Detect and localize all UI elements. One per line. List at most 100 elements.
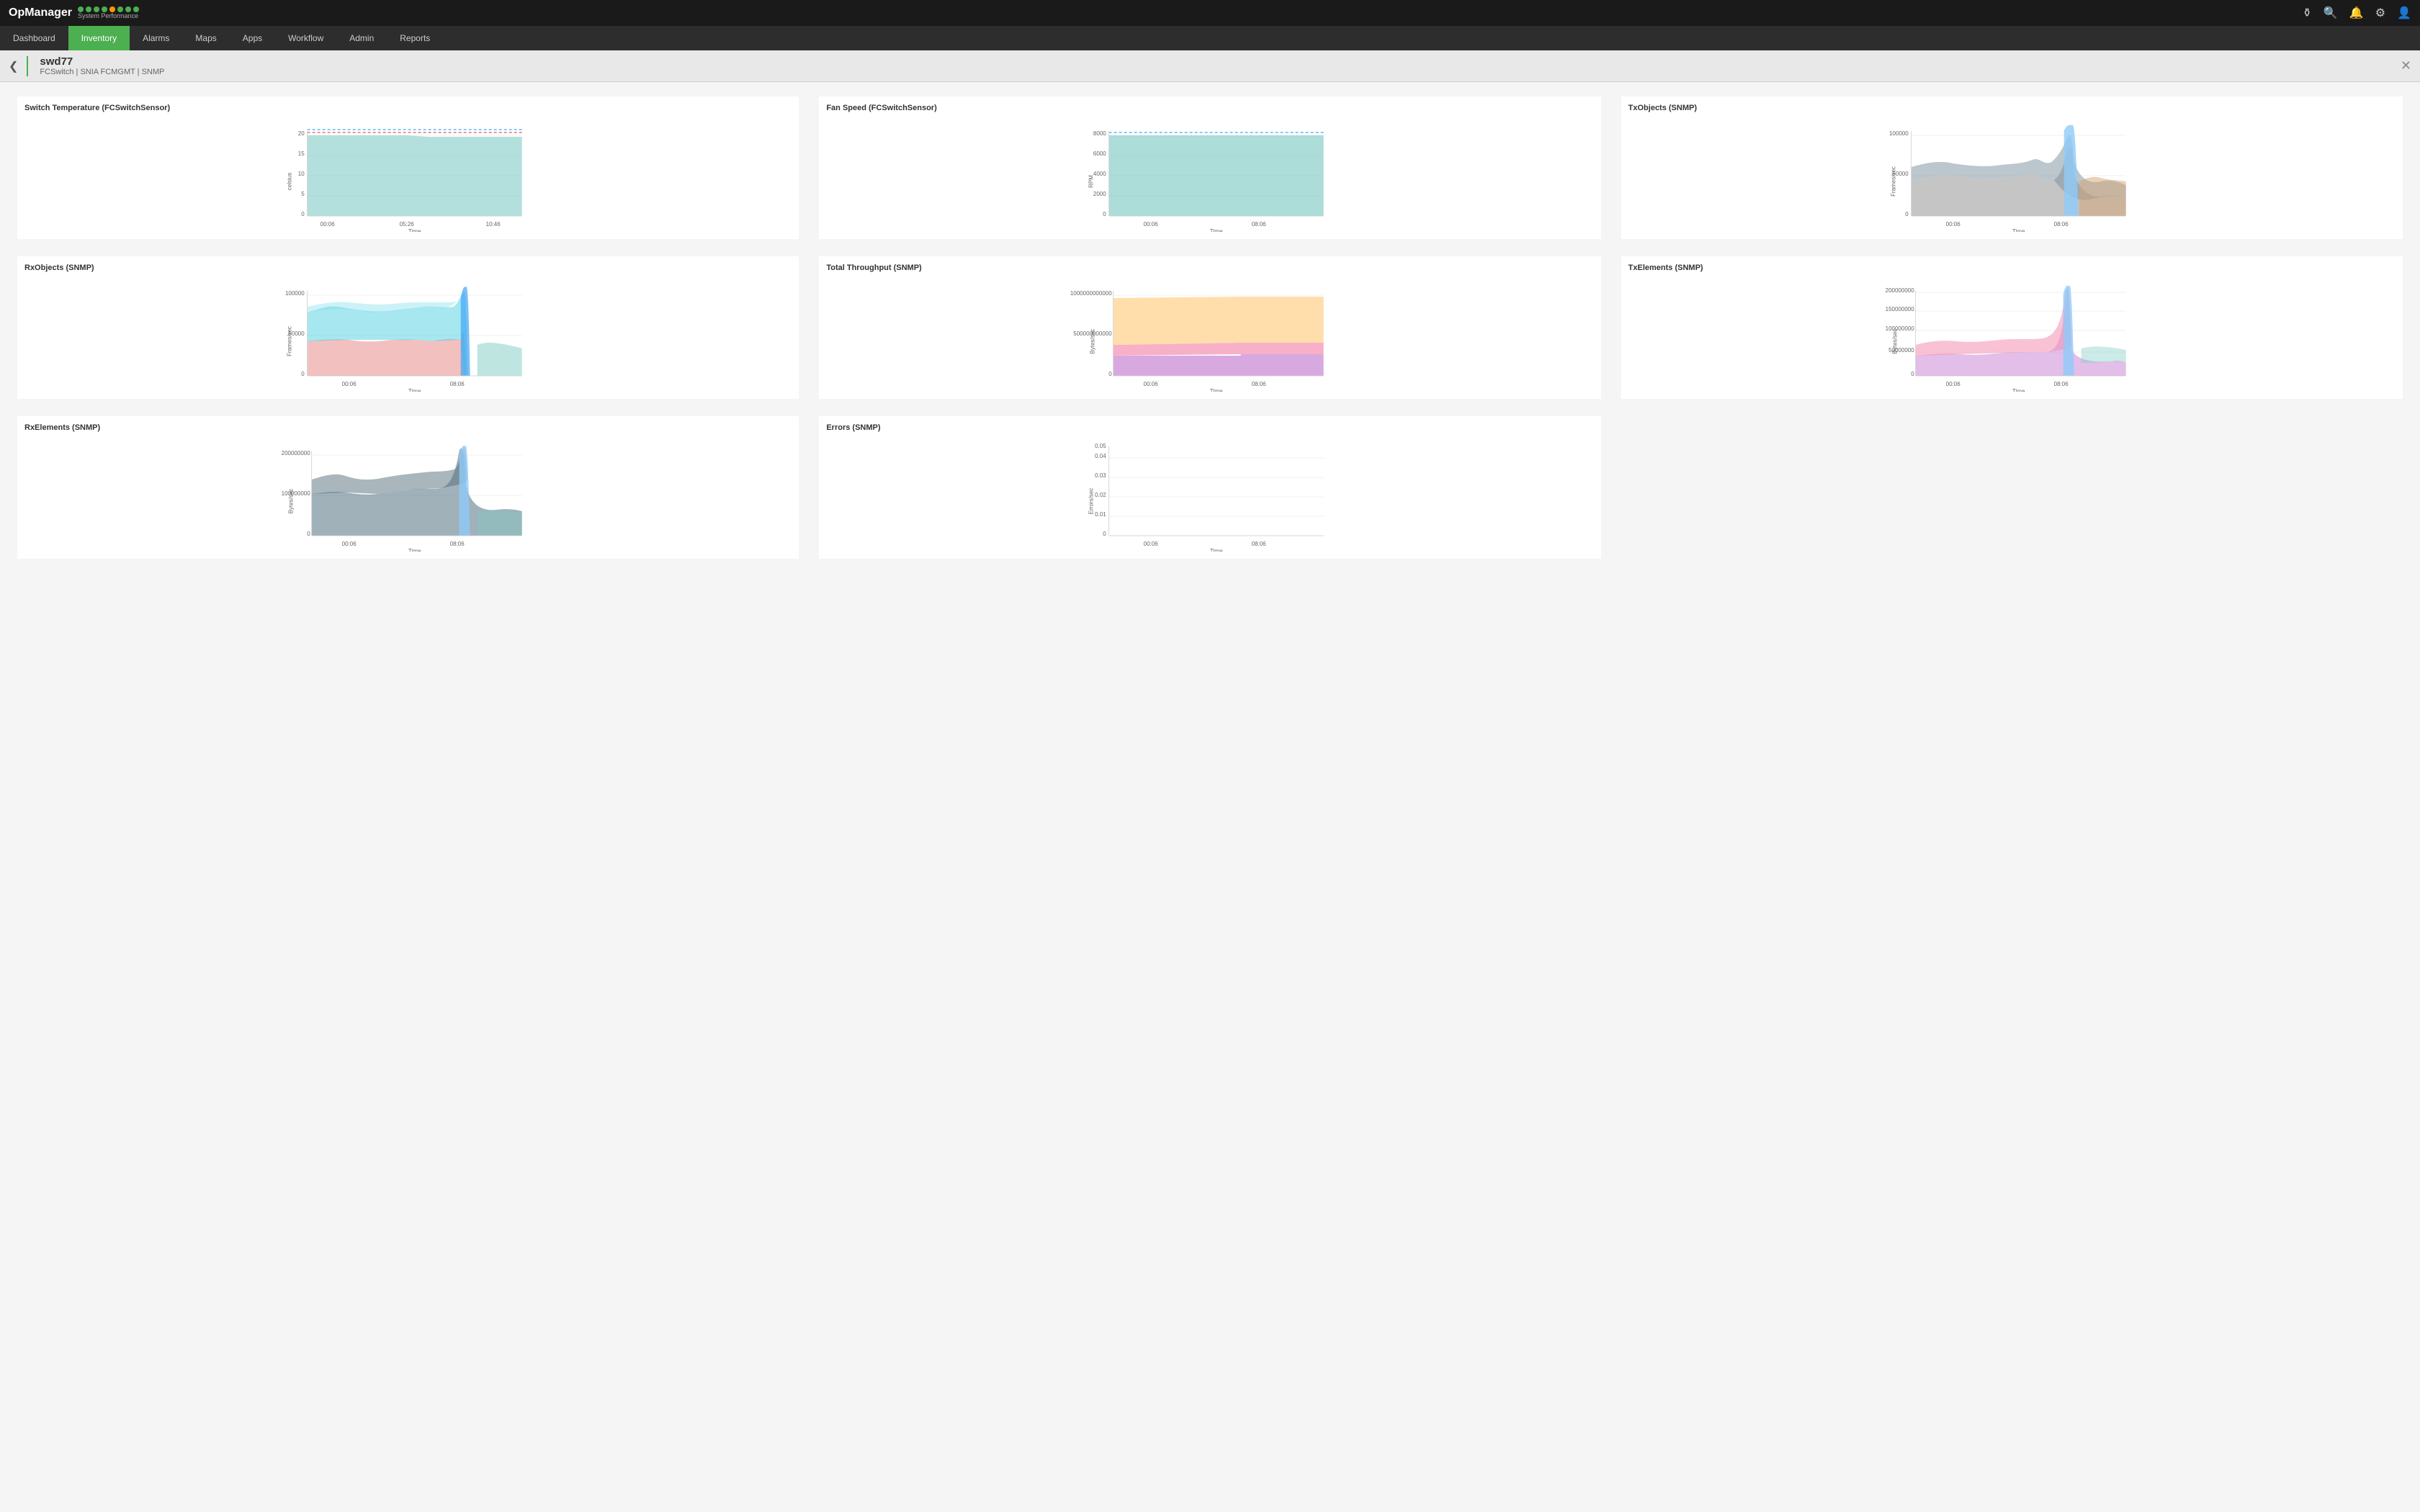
chart-title-1: Switch Temperature (FCSwitchSensor) (24, 104, 789, 112)
chart-wrapper-2: 0 2000 4000 6000 8000 RPM 00:06 (826, 117, 1590, 232)
svg-text:0: 0 (307, 531, 310, 537)
top-icons: ⚱ 🔍 🔔 ⚙ 👤 (2302, 6, 2411, 20)
chart-txobjects: TxObjects (SNMP) 0 50000 100000 Frames/s… (1621, 96, 2403, 239)
dot-8 (133, 6, 139, 12)
chart-title-8: Errors (SNMP) (826, 423, 1590, 432)
svg-text:100000: 100000 (1889, 130, 1909, 137)
svg-text:4000: 4000 (1093, 171, 1106, 177)
svg-text:00:06: 00:06 (321, 221, 336, 228)
charts-row-3: RxElements (SNMP) 0 100000000 200000000 … (17, 416, 2403, 559)
chart-txelements: TxElements (SNMP) 0 50000000 100000000 1… (1621, 256, 2403, 399)
headset-icon[interactable]: ⚱ (2302, 6, 2311, 20)
svg-text:0.05: 0.05 (1095, 443, 1106, 449)
settings-icon[interactable]: ⚙ (2375, 6, 2385, 20)
charts-row-2: RxObjects (SNMP) 0 50000 100000 Frames/s… (17, 256, 2403, 399)
svg-text:200000000: 200000000 (282, 450, 311, 456)
sys-label: System Performance (78, 12, 138, 19)
chart-wrapper-7: 0 100000000 200000000 Bytes/sec 00:06 (24, 436, 789, 552)
chart-rxelements: RxElements (SNMP) 0 100000000 200000000 … (17, 416, 799, 559)
svg-text:Time: Time (2012, 228, 2025, 232)
chart-switch-temp: Switch Temperature (FCSwitchSensor) 0 5 … (17, 96, 799, 239)
chart-wrapper-6: 0 50000000 100000000 150000000 200000000… (1628, 276, 2393, 392)
svg-text:6000: 6000 (1093, 150, 1106, 157)
svg-text:RPM: RPM (1088, 175, 1095, 188)
svg-text:Time: Time (1210, 228, 1223, 232)
svg-text:00:06: 00:06 (1144, 541, 1159, 547)
charts-row-1: Switch Temperature (FCSwitchSensor) 0 5 … (17, 96, 2403, 239)
svg-text:00:06: 00:06 (1144, 221, 1159, 228)
nav-inventory[interactable]: Inventory (68, 26, 130, 50)
svg-text:100000000: 100000000 (1885, 325, 1914, 332)
close-button[interactable]: ✕ (2401, 58, 2411, 73)
dots-row (78, 6, 139, 12)
svg-text:10:46: 10:46 (486, 221, 501, 228)
svg-text:100000: 100000 (285, 290, 305, 297)
svg-text:Time: Time (408, 548, 421, 552)
dot-2 (86, 6, 91, 12)
svg-text:10: 10 (298, 171, 305, 177)
nav-workflow[interactable]: Workflow (275, 26, 336, 50)
dot-3 (94, 6, 99, 12)
svg-text:Time: Time (1210, 548, 1223, 552)
nav-maps[interactable]: Maps (182, 26, 229, 50)
chart-title-4: RxObjects (SNMP) (24, 264, 789, 272)
svg-text:0.01: 0.01 (1095, 511, 1106, 518)
chart-title-3: TxObjects (SNMP) (1628, 104, 2393, 112)
svg-text:15: 15 (298, 150, 305, 157)
svg-text:0: 0 (1911, 371, 1914, 377)
breadcrumb-title: swd77 (40, 55, 164, 68)
svg-text:Bytes/sec: Bytes/sec (288, 489, 295, 514)
back-button[interactable]: ❮ (9, 59, 18, 73)
chart-rxobjects: RxObjects (SNMP) 0 50000 100000 Frames/s… (17, 256, 799, 399)
svg-text:08:06: 08:06 (2053, 381, 2069, 387)
svg-text:150000000: 150000000 (1885, 306, 1914, 312)
nav-alarms[interactable]: Alarms (130, 26, 182, 50)
breadcrumb-divider (27, 56, 28, 76)
bell-icon[interactable]: 🔔 (2349, 6, 2364, 20)
nav-reports[interactable]: Reports (387, 26, 443, 50)
user-icon[interactable]: 👤 (2397, 6, 2411, 20)
chart-wrapper-3: 0 50000 100000 Frames/sec 00:06 (1628, 117, 2393, 232)
svg-text:0.04: 0.04 (1095, 453, 1106, 459)
svg-text:20: 20 (298, 130, 305, 137)
dot-5 (109, 6, 115, 12)
svg-text:08:06: 08:06 (1252, 541, 1267, 547)
system-perf: System Performance (78, 6, 139, 19)
empty-slot (1621, 416, 2403, 559)
svg-text:0: 0 (1103, 531, 1107, 537)
chart-title-6: TxElements (SNMP) (1628, 264, 2393, 272)
svg-text:0: 0 (301, 371, 305, 377)
breadcrumb-bar: ❮ swd77 FCSwitch | SNIA FCMGMT | SNMP ✕ (0, 50, 2420, 82)
breadcrumb-subtitle: FCSwitch | SNIA FCMGMT | SNMP (40, 68, 164, 76)
svg-text:00:06: 00:06 (1945, 381, 1960, 387)
svg-text:08:06: 08:06 (450, 381, 465, 387)
svg-text:05:26: 05:26 (400, 221, 415, 228)
search-icon[interactable]: 🔍 (2323, 6, 2338, 20)
svg-text:1000000000000: 1000000000000 (1070, 290, 1112, 297)
svg-text:0: 0 (301, 211, 305, 217)
svg-text:00:06: 00:06 (342, 541, 357, 547)
chart-throughput: Total Throughput (SNMP) 0 500000000000 1… (819, 256, 1600, 399)
svg-text:Time: Time (2012, 388, 2025, 392)
logo-text: OpManager (9, 6, 72, 19)
svg-text:0: 0 (1905, 211, 1909, 217)
chart-title-7: RxElements (SNMP) (24, 423, 789, 432)
dot-4 (102, 6, 107, 12)
chart-wrapper-4: 0 50000 100000 Frames/sec (24, 276, 789, 392)
nav-bar: Dashboard Inventory Alarms Maps Apps Wor… (0, 26, 2420, 50)
svg-text:08:06: 08:06 (1252, 381, 1267, 387)
svg-text:0.03: 0.03 (1095, 472, 1106, 479)
svg-text:2000: 2000 (1093, 191, 1106, 197)
nav-dashboard[interactable]: Dashboard (0, 26, 68, 50)
svg-text:0.02: 0.02 (1095, 492, 1106, 498)
svg-text:200000000: 200000000 (1885, 287, 1914, 294)
chart-title-2: Fan Speed (FCSwitchSensor) (826, 104, 1590, 112)
nav-admin[interactable]: Admin (336, 26, 387, 50)
svg-text:08:06: 08:06 (450, 541, 465, 547)
main-content: Switch Temperature (FCSwitchSensor) 0 5 … (0, 82, 2420, 573)
chart-errors: Errors (SNMP) 0 0.01 0.02 0.03 0.04 0.05… (819, 416, 1600, 559)
chart-wrapper-8: 0 0.01 0.02 0.03 0.04 0.05 Errors/sec 00… (826, 436, 1590, 552)
nav-apps[interactable]: Apps (230, 26, 275, 50)
svg-text:Time: Time (408, 388, 421, 392)
svg-text:00:06: 00:06 (1945, 221, 1960, 228)
